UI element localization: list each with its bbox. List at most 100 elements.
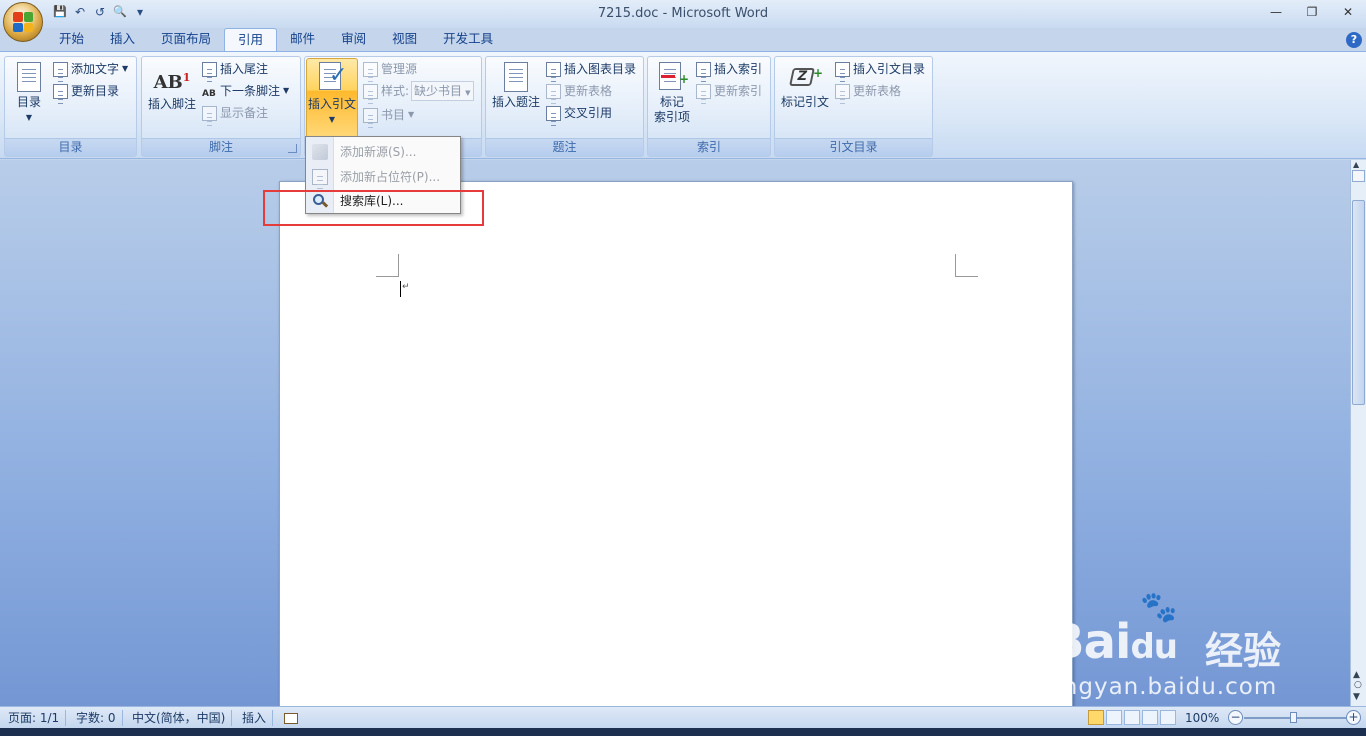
group-index: + 标记 索引项 插入索引 更新索引 索引 — [647, 56, 771, 157]
next-page-icon[interactable]: ▼ — [1353, 692, 1360, 702]
highlight-annotation-box — [263, 190, 484, 226]
group-table-of-authorities: Z + 标记引文 插入引文目录 更新表格 引文目录 — [774, 56, 933, 157]
macro-record-icon[interactable] — [278, 710, 304, 726]
add-text-icon — [53, 61, 68, 83]
browse-object-icon[interactable]: ○ — [1354, 680, 1362, 690]
outline-view-icon[interactable] — [1142, 710, 1158, 725]
dropdown-arrow-icon: ▼ — [408, 110, 415, 119]
group-footnotes: AB1 插入脚注 插入尾注 AB 下一条脚注 ▼ 显示备注 脚注 — [141, 56, 301, 157]
add-text-button[interactable]: 添加文字 ▼ — [53, 59, 128, 83]
margin-mark-top-right — [955, 254, 978, 277]
group-label-footnotes: 脚注 — [142, 138, 300, 156]
window-controls: — ❐ ✕ — [1258, 2, 1366, 22]
scrollbar-thumb[interactable] — [1352, 200, 1365, 405]
vertical-scrollbar[interactable]: ▲ ▲ ○ ▼ — [1350, 160, 1366, 706]
menu-item-add-new-source[interactable]: 添加新源(S)... — [306, 139, 460, 164]
update-toa-icon — [835, 83, 850, 105]
next-footnote-button[interactable]: AB 下一条脚注 ▼ — [202, 81, 289, 101]
endnote-icon — [202, 61, 217, 83]
ruler-toggle-icon[interactable] — [1352, 170, 1365, 182]
update-toa-button[interactable]: 更新表格 — [835, 81, 901, 105]
insert-caption-button[interactable]: 插入题注 — [488, 59, 544, 110]
help-icon[interactable]: ? — [1346, 32, 1362, 48]
restore-button[interactable]: ❐ — [1294, 2, 1330, 22]
next-footnote-icon: AB — [202, 88, 216, 99]
tab-developer[interactable]: 开发工具 — [430, 28, 506, 52]
update-table-label: 更新表格 — [564, 84, 613, 98]
update-table-icon — [546, 83, 561, 105]
cross-reference-button[interactable]: 交叉引用 — [546, 103, 612, 127]
tab-view[interactable]: 视图 — [379, 28, 430, 52]
manage-sources-button[interactable]: 管理源 — [363, 59, 418, 83]
status-page[interactable]: 页面: 1/1 — [2, 710, 67, 726]
insert-index-button[interactable]: 插入索引 — [696, 59, 763, 83]
manage-sources-label: 管理源 — [381, 62, 418, 76]
tab-mailings[interactable]: 邮件 — [277, 28, 328, 52]
ribbon: 目录 ▼ 添加文字 ▼ 更新目录 目录 AB1 插入脚注 插入尾注 AB 下一条… — [0, 51, 1366, 159]
toc-button[interactable]: 目录 ▼ — [9, 59, 49, 125]
tab-review[interactable]: 审阅 — [328, 28, 379, 52]
close-button[interactable]: ✕ — [1330, 2, 1366, 22]
zoom-slider-knob[interactable] — [1290, 712, 1297, 723]
insert-table-of-figures-button[interactable]: 插入图表目录 — [546, 59, 637, 83]
margin-mark-top-left — [376, 254, 399, 277]
status-word-count[interactable]: 字数: 0 — [70, 710, 123, 726]
insert-toa-icon — [835, 61, 850, 83]
tab-references[interactable]: 引用 — [224, 28, 278, 52]
menu-item-add-placeholder[interactable]: 添加新占位符(P)... — [306, 164, 460, 190]
draft-view-icon[interactable] — [1160, 710, 1176, 725]
status-language[interactable]: 中文(简体，中国) — [126, 710, 233, 726]
dropdown-arrow-icon: ▼ — [25, 113, 33, 122]
document-page[interactable]: ↵ — [279, 181, 1073, 706]
show-notes-label: 显示备注 — [220, 106, 269, 120]
tab-home[interactable]: 开始 — [46, 28, 97, 52]
style-selector[interactable]: 样式: 缺少书目 ▼ — [363, 81, 475, 105]
insert-citation-button[interactable]: ✓ 插入引文 ▼ — [306, 58, 358, 138]
zoom-in-button[interactable]: + — [1346, 710, 1361, 725]
mark-citation-label: 标记引文 — [780, 95, 829, 109]
text-cursor — [400, 281, 401, 297]
ribbon-tabs: 开始 插入 页面布局 引用 邮件 审阅 视图 开发工具 — [46, 28, 506, 52]
prev-page-icon[interactable]: ▲ — [1353, 670, 1360, 680]
mark-citation-button[interactable]: Z + 标记引文 — [777, 59, 833, 110]
mark-entry-label-1: 标记 — [659, 95, 684, 109]
office-button[interactable] — [3, 2, 43, 42]
insert-index-icon — [696, 61, 711, 83]
update-index-button[interactable]: 更新索引 — [696, 81, 762, 105]
show-notes-button[interactable]: 显示备注 — [202, 103, 269, 127]
insert-endnote-button[interactable]: 插入尾注 — [202, 59, 268, 83]
mark-entry-icon: + — [657, 62, 689, 92]
zoom-level[interactable]: 100% — [1185, 710, 1219, 726]
show-notes-icon — [202, 105, 217, 127]
insert-footnote-label: 插入脚注 — [147, 97, 196, 111]
web-layout-icon[interactable] — [1124, 710, 1140, 725]
insert-footnote-button[interactable]: AB1 插入脚注 — [146, 59, 198, 112]
print-layout-icon[interactable] — [1088, 710, 1104, 725]
mark-entry-button[interactable]: + 标记 索引项 — [650, 59, 694, 125]
insert-toa-label: 插入引文目录 — [853, 62, 926, 76]
style-dropdown[interactable]: 缺少书目 ▼ — [411, 81, 475, 101]
group-label-captions: 题注 — [486, 138, 643, 156]
insert-toa-button[interactable]: 插入引文目录 — [835, 59, 926, 83]
scroll-up-icon[interactable]: ▲ — [1353, 160, 1359, 169]
update-toc-label: 更新目录 — [71, 84, 120, 98]
dialog-launcher-icon[interactable] — [288, 144, 297, 153]
add-placeholder-icon — [312, 168, 328, 190]
insert-tof-label: 插入图表目录 — [564, 62, 637, 76]
zoom-out-button[interactable]: − — [1228, 710, 1243, 725]
menu-item-label: 添加新占位符(P)... — [340, 170, 441, 184]
manage-sources-icon — [363, 61, 378, 83]
full-screen-reading-icon[interactable] — [1106, 710, 1122, 725]
update-table-button[interactable]: 更新表格 — [546, 81, 613, 105]
tab-page-layout[interactable]: 页面布局 — [148, 28, 224, 52]
zoom-slider[interactable] — [1244, 712, 1346, 723]
add-text-label: 添加文字 — [71, 62, 120, 76]
tab-insert[interactable]: 插入 — [97, 28, 148, 52]
insert-index-label: 插入索引 — [714, 62, 763, 76]
insert-caption-icon — [504, 62, 528, 92]
view-buttons — [1088, 710, 1176, 725]
status-insert-mode[interactable]: 插入 — [236, 710, 274, 726]
minimize-button[interactable]: — — [1258, 2, 1294, 22]
update-toc-button[interactable]: 更新目录 — [53, 81, 120, 105]
bibliography-button[interactable]: 书目 ▼ — [363, 105, 415, 129]
